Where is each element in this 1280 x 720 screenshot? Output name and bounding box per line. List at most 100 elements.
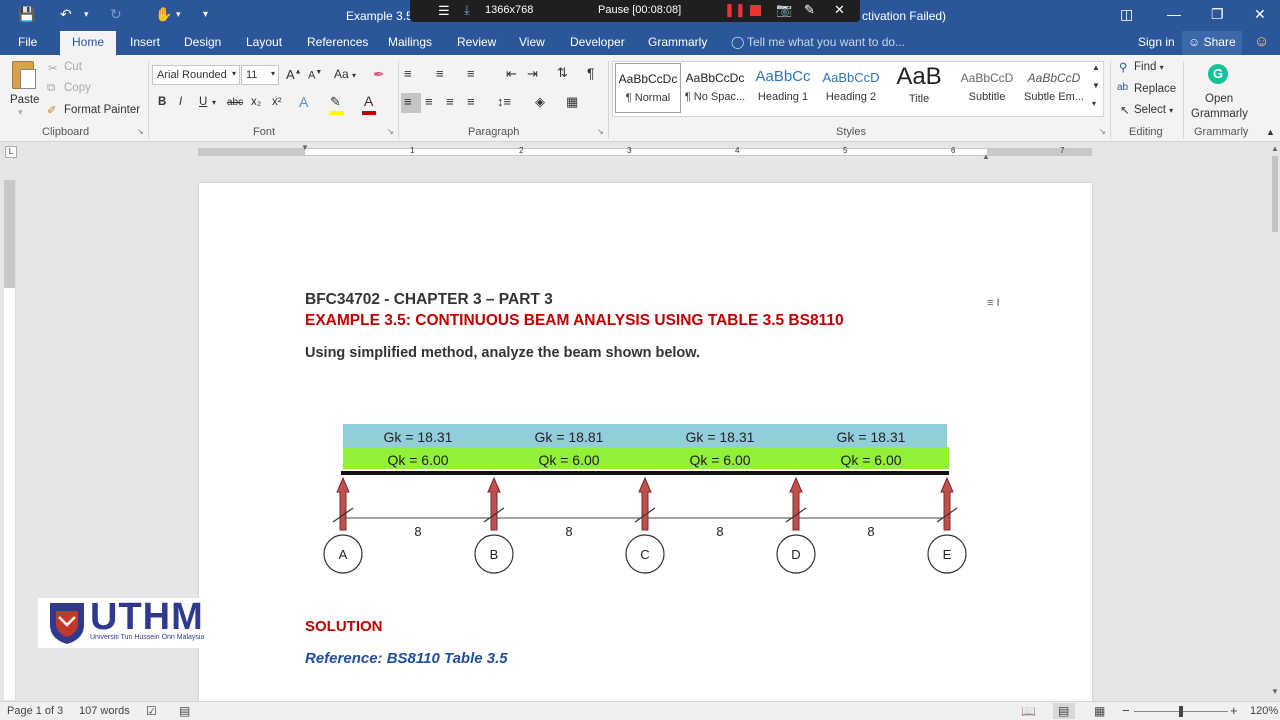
scroll-up-icon[interactable]: ▲ <box>1271 144 1279 153</box>
line-spacing-icon[interactable]: ↕≡ <box>497 94 511 109</box>
select-button[interactable]: Select ▾ <box>1134 104 1173 116</box>
horizontal-ruler[interactable]: 1 2 3 4 5 6 7 ▼ ▲ <box>198 143 1092 161</box>
tab-layout[interactable]: Layout <box>246 35 282 49</box>
touch-dropdown-icon[interactable]: ▾ <box>176 9 181 20</box>
collapse-ribbon-icon[interactable]: ▲ <box>1266 127 1275 137</box>
style-normal[interactable]: AaBbCcDc ¶ Normal <box>615 63 681 113</box>
shrink-font-button[interactable]: A▼ <box>308 69 322 82</box>
vertical-ruler[interactable] <box>4 180 16 700</box>
tab-references[interactable]: References <box>307 35 368 49</box>
tab-review[interactable]: Review <box>457 35 496 49</box>
superscript-button[interactable]: x² <box>272 96 282 108</box>
right-indent-icon[interactable]: ▲ <box>982 152 990 161</box>
page-count[interactable]: Page 1 of 3 <box>7 705 63 717</box>
menu-icon[interactable]: ☰ <box>438 3 450 19</box>
tell-me-box[interactable]: Tell me what you want to do... <box>747 35 905 49</box>
tab-view[interactable]: View <box>519 35 545 49</box>
proofing-icon[interactable]: ☑ <box>146 704 157 718</box>
shading-icon[interactable]: ◈ <box>535 94 545 110</box>
grammarly-icon[interactable]: G <box>1208 64 1228 84</box>
change-case-button[interactable]: Aa ▾ <box>334 67 356 81</box>
subscript-button[interactable]: x₂ <box>251 96 261 108</box>
zoom-out-icon[interactable]: − <box>1122 703 1130 718</box>
pin-icon[interactable]: ⤓ <box>464 2 470 18</box>
format-painter-button[interactable]: Format Painter <box>64 104 140 116</box>
align-center-icon[interactable]: ≡ <box>425 94 433 109</box>
style-subtitle[interactable]: AaBbCcD Subtitle <box>954 63 1020 113</box>
camera-icon[interactable]: 📷 <box>776 2 792 18</box>
zoom-level[interactable]: 120% <box>1250 705 1278 717</box>
sign-in-link[interactable]: Sign in <box>1138 35 1175 49</box>
tab-design[interactable]: Design <box>184 35 221 49</box>
clipboard-launcher-icon[interactable]: ↘ <box>137 127 144 136</box>
style-subtle-emphasis[interactable]: AaBbCcD Subtle Em... <box>1021 63 1087 113</box>
grow-font-button[interactable]: A▲ <box>286 67 302 82</box>
numbering-icon[interactable]: ≡ <box>436 66 444 81</box>
style-heading-1[interactable]: AaBbCc Heading 1 <box>750 63 816 113</box>
undo-icon[interactable]: ↶ <box>60 6 72 23</box>
tab-mailings[interactable]: Mailings <box>388 35 432 49</box>
restore-icon[interactable]: ❐ <box>1211 6 1224 23</box>
underline-button[interactable]: U <box>199 96 207 108</box>
text-effects-icon[interactable]: A <box>299 94 308 110</box>
read-mode-icon[interactable]: 📖 <box>1021 704 1036 718</box>
tab-insert[interactable]: Insert <box>130 35 160 49</box>
bullets-icon[interactable]: ≡ <box>404 66 412 81</box>
minimize-icon[interactable]: — <box>1167 6 1181 22</box>
recorder-close-icon[interactable]: ✕ <box>834 2 845 18</box>
increase-indent-icon[interactable]: ⇥ <box>527 66 538 82</box>
underline-dropdown-icon[interactable]: ▾ <box>212 98 216 107</box>
cut-button[interactable]: Cut <box>64 61 82 73</box>
save-icon[interactable]: 💾 <box>18 6 35 23</box>
pause-icon[interactable]: ❚❚ <box>724 2 746 18</box>
web-layout-icon[interactable]: ▦ <box>1094 704 1105 718</box>
replace-button[interactable]: Replace <box>1134 83 1176 95</box>
document-page[interactable]: BFC34702 - CHAPTER 3 – PART 3 EXAMPLE 3.… <box>199 183 1092 703</box>
styles-launcher-icon[interactable]: ↘ <box>1099 127 1106 136</box>
styles-more-icon[interactable]: ▾ <box>1092 99 1096 108</box>
grammarly-name-label[interactable]: Grammarly <box>1191 108 1248 120</box>
tab-grammarly[interactable]: Grammarly <box>648 35 707 49</box>
scroll-down-icon[interactable]: ▼ <box>1271 687 1279 696</box>
vertical-scrollbar[interactable]: ▲ ▼ <box>1270 142 1280 701</box>
font-launcher-icon[interactable]: ↘ <box>387 127 394 136</box>
font-color-icon[interactable]: A <box>364 93 373 109</box>
paragraph-launcher-icon[interactable]: ↘ <box>597 127 604 136</box>
macro-record-icon[interactable]: ▤ <box>179 704 190 718</box>
highlight-icon[interactable]: ✎ <box>330 94 341 110</box>
undo-dropdown-icon[interactable]: ▾ <box>84 9 89 20</box>
paste-button[interactable] <box>8 61 38 95</box>
tab-home[interactable]: Home <box>60 31 117 55</box>
justify-icon[interactable]: ≡ <box>467 94 475 109</box>
show-formatting-button[interactable]: ¶ <box>587 65 595 81</box>
tab-developer[interactable]: Developer <box>570 35 625 49</box>
stop-icon[interactable] <box>750 5 761 16</box>
borders-icon[interactable]: ▦ <box>566 94 578 110</box>
open-grammarly-label[interactable]: Open <box>1205 93 1233 105</box>
scrollbar-thumb[interactable] <box>1272 156 1278 232</box>
paste-dropdown-icon[interactable]: ▾ <box>18 107 23 118</box>
customize-qat-icon[interactable]: ▾ <box>203 9 208 20</box>
indent-marker-icon[interactable]: ▼ <box>301 143 309 152</box>
ribbon-display-icon[interactable]: ◫ <box>1120 6 1133 23</box>
align-right-icon[interactable]: ≡ <box>446 94 454 109</box>
font-size-combo[interactable]: 11 ▾ <box>241 65 279 85</box>
clear-formatting-icon[interactable]: ✒ <box>373 66 385 83</box>
share-button[interactable]: ☺ Share <box>1182 31 1242 55</box>
font-name-combo[interactable]: Arial Rounded ▾ <box>152 65 240 85</box>
smiley-icon[interactable]: ☺ <box>1254 33 1269 50</box>
decrease-indent-icon[interactable]: ⇤ <box>506 66 517 82</box>
close-icon[interactable]: ✕ <box>1254 6 1266 23</box>
styles-scroll-down-icon[interactable]: ▼ <box>1092 81 1100 90</box>
tab-file[interactable]: File <box>18 35 37 49</box>
zoom-slider-thumb[interactable] <box>1179 706 1183 717</box>
style-title[interactable]: AaB Title <box>886 63 952 113</box>
strikethrough-button[interactable]: abc <box>227 97 243 108</box>
find-button[interactable]: Find ▾ <box>1134 61 1164 73</box>
word-count[interactable]: 107 words <box>79 705 130 717</box>
styles-scroll-up-icon[interactable]: ▲ <box>1092 63 1100 72</box>
tab-selector-icon[interactable]: L <box>5 146 17 158</box>
touch-mode-icon[interactable]: ✋ <box>155 6 172 23</box>
sort-icon[interactable]: ⇅ <box>557 65 568 81</box>
zoom-in-icon[interactable]: + <box>1230 703 1238 718</box>
